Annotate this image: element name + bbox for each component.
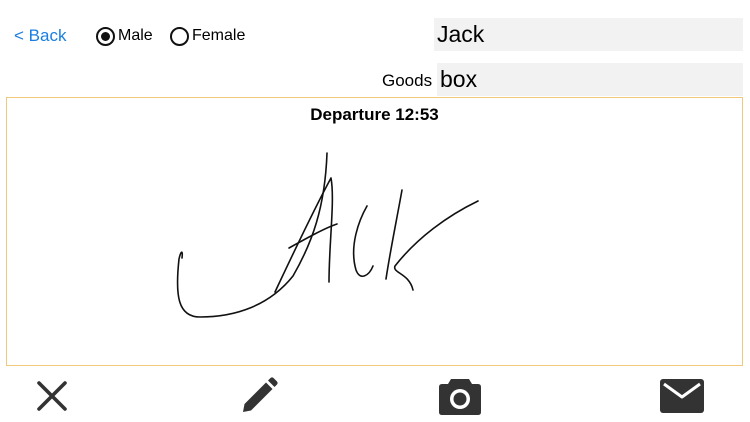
signature-pad[interactable]: Departure 12:53 (6, 97, 743, 366)
radio-female-indicator[interactable] (170, 26, 189, 46)
radio-male[interactable]: Male (96, 24, 153, 48)
goods-input[interactable] (437, 63, 743, 96)
close-icon (37, 381, 67, 411)
pencil-icon (243, 377, 278, 412)
clear-button[interactable] (28, 372, 76, 420)
back-button[interactable]: < Back (14, 26, 66, 46)
radio-female[interactable]: Female (170, 24, 245, 48)
goods-label: Goods (382, 71, 433, 90)
send-email-button[interactable] (658, 372, 706, 420)
name-input[interactable] (434, 18, 743, 51)
radio-male-label: Male (118, 27, 153, 44)
edit-button[interactable] (235, 372, 283, 420)
radio-female-label: Female (192, 27, 246, 44)
radio-male-indicator[interactable] (96, 26, 115, 46)
mail-icon (660, 379, 704, 413)
camera-icon (439, 379, 481, 415)
signature-drawing (176, 152, 479, 318)
camera-button[interactable] (436, 372, 484, 420)
